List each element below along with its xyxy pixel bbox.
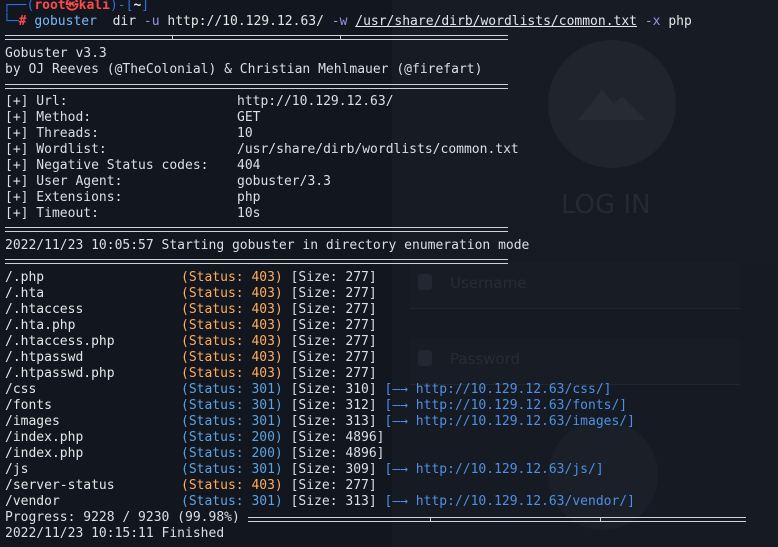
- result-row: /.htpasswd (Status: 403) [Size: 277]: [5, 350, 377, 365]
- result-row: /.htaccess (Status: 403) [Size: 277]: [5, 302, 377, 317]
- flag-w: -w: [331, 14, 348, 29]
- config-line: [+] Extensions: php: [5, 190, 261, 205]
- result-row: /index.php (Status: 200) [Size: 4896]: [5, 446, 385, 461]
- progress-divider: [248, 517, 746, 522]
- banner-authors: by OJ Reeves (@TheColonial) & Christian …: [5, 62, 483, 77]
- terminal[interactable]: ┌──(root㉿kali)-[~] └─# gobuster dir -u h…: [0, 0, 778, 547]
- divider: [5, 84, 508, 89]
- prompt-user: root: [34, 0, 66, 13]
- result-row: /fonts (Status: 301) [Size: 312] [—→ http…: [5, 398, 628, 413]
- command-ext: php: [668, 14, 692, 29]
- result-row: /images (Status: 301) [Size: 313] [—→ htt…: [5, 414, 635, 429]
- result-row: /.hta.php (Status: 403) [Size: 277]: [5, 318, 377, 333]
- result-row: /server-status (Status: 403) [Size: 277]: [5, 478, 377, 493]
- command-name: gobuster: [34, 14, 97, 29]
- divider: [5, 227, 508, 232]
- prompt-at: ㉿: [65, 0, 79, 13]
- start-line: 2022/11/23 10:05:57 Starting gobuster in…: [5, 238, 530, 253]
- redirect-link[interactable]: [—→ http://10.129.12.63/js/]: [385, 462, 604, 477]
- config-line: [+] Url: http://10.129.12.63/: [5, 94, 394, 109]
- banner-title: Gobuster v3.3: [5, 46, 107, 61]
- config-line: [+] User Agent: gobuster/3.3: [5, 174, 331, 189]
- redirect-link[interactable]: [—→ http://10.129.12.63/vendor/]: [385, 494, 635, 509]
- result-row: /.htpasswd.php (Status: 403) [Size: 277]: [5, 366, 377, 381]
- progress-line: Progress: 9228 / 9230 (99.98%): [5, 510, 240, 525]
- result-row: /.htaccess.php (Status: 403) [Size: 277]: [5, 334, 377, 349]
- config-line: [+] Method: GET: [5, 110, 261, 125]
- subcommand: dir: [112, 14, 137, 29]
- result-row: /css (Status: 301) [Size: 310] [—→ http:/…: [5, 382, 612, 397]
- result-row: /js (Status: 301) [Size: 309] [—→ http://…: [5, 462, 604, 477]
- redirect-link[interactable]: [—→ http://10.129.12.63/css/]: [385, 382, 612, 397]
- config-line: [+] Wordlist:/usr/share/dirb/wordlists/c…: [5, 142, 519, 157]
- config-line: [+] Timeout: 10s: [5, 206, 261, 221]
- result-row: /index.php (Status: 200) [Size: 4896]: [5, 430, 385, 445]
- command-url: http://10.129.12.63/: [167, 14, 324, 29]
- flag-x: -x: [644, 14, 661, 29]
- redirect-link[interactable]: [—→ http://10.129.12.63/fonts/]: [385, 398, 628, 413]
- result-row: /.php (Status: 403) [Size: 277]: [5, 270, 377, 285]
- divider: [5, 259, 508, 264]
- redirect-link[interactable]: [—→ http://10.129.12.63/images/]: [385, 414, 635, 429]
- config-line: [+] Negative Status codes: 404: [5, 158, 261, 173]
- flag-u: -u: [143, 14, 160, 29]
- prompt-header: ┌──(root㉿kali)-[~]: [3, 0, 150, 13]
- prompt-host: kali: [78, 0, 110, 13]
- config-line: [+] Threads: 10: [5, 126, 253, 141]
- result-row: /.hta (Status: 403) [Size: 277]: [5, 286, 377, 301]
- divider: [5, 35, 508, 40]
- command-wordlist: /usr/share/dirb/wordlists/common.txt: [355, 14, 638, 29]
- finished-line: 2022/11/23 10:15:11 Finished: [5, 526, 225, 541]
- result-row: /vendor (Status: 301) [Size: 313] [—→ htt…: [5, 494, 635, 509]
- command-line: └─# gobuster dir -u http://10.129.12.63/…: [3, 14, 692, 29]
